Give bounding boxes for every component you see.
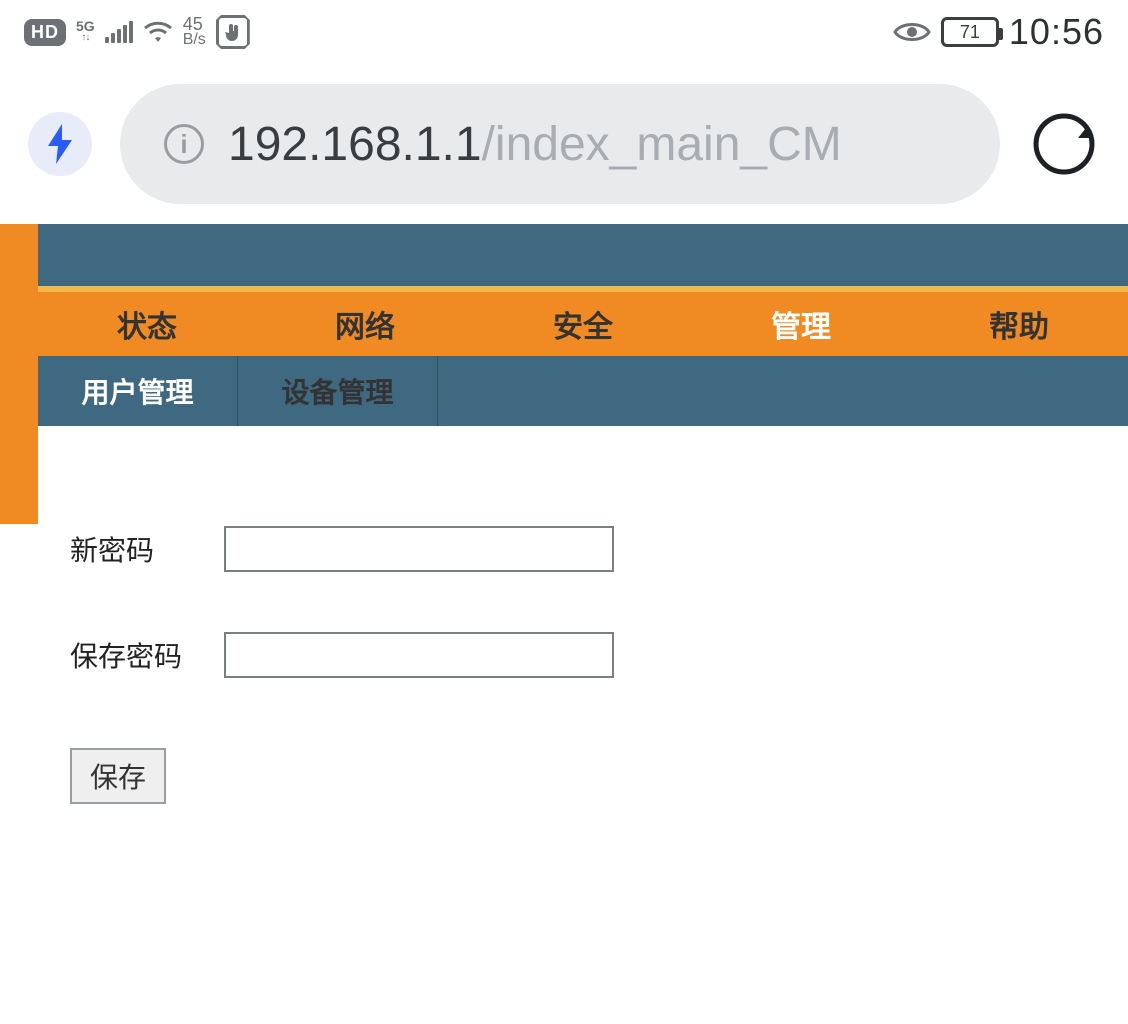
row-new-password: 新密码: [70, 526, 1128, 572]
data-rate-value: 45: [183, 16, 206, 32]
tab-security[interactable]: 安全: [474, 302, 692, 346]
signal-bars-icon: [105, 21, 133, 43]
main-nav: 状态 网络 安全 管理 帮助: [38, 292, 1128, 356]
status-bar: HD 5G ↑↓ 45 B/s: [0, 0, 1128, 64]
reload-button[interactable]: [1028, 108, 1100, 180]
tab-status[interactable]: 状态: [38, 302, 256, 346]
battery-level: 71: [960, 22, 980, 43]
new-password-label: 新密码: [70, 529, 200, 569]
url-path: /index_main_CM: [482, 118, 842, 171]
tab-manage[interactable]: 管理: [692, 302, 910, 346]
url-host: 192.168.1.1: [228, 118, 482, 171]
hd-badge: HD: [24, 19, 66, 46]
address-bar[interactable]: i 192.168.1.1/index_main_CM: [120, 84, 1000, 204]
tab-network[interactable]: 网络: [256, 302, 474, 346]
content-area: 新密码 保存密码 保存: [0, 426, 1128, 804]
status-left: HD 5G ↑↓ 45 B/s: [24, 15, 250, 49]
battery-indicator: 71: [941, 17, 999, 47]
confirm-password-label: 保存密码: [70, 635, 200, 675]
site-info-icon[interactable]: i: [164, 124, 204, 164]
tab-help[interactable]: 帮助: [910, 302, 1128, 346]
status-right: 71 10:56: [893, 11, 1104, 53]
subtab-user-manage[interactable]: 用户管理: [38, 356, 238, 426]
subtab-device-manage[interactable]: 设备管理: [238, 356, 438, 426]
row-confirm-password: 保存密码: [70, 632, 1128, 678]
router-page: 状态 网络 安全 管理 帮助 用户管理 设备管理 新密码 保存密码 保存: [0, 224, 1128, 804]
amp-icon[interactable]: [28, 112, 92, 176]
eye-icon: [893, 20, 931, 44]
confirm-password-input[interactable]: [224, 632, 614, 678]
data-rate-unit: B/s: [183, 32, 206, 48]
browser-toolbar: i 192.168.1.1/index_main_CM: [0, 64, 1128, 224]
data-rate: 45 B/s: [183, 16, 206, 48]
block-hand-icon: [216, 15, 250, 49]
new-password-input[interactable]: [224, 526, 614, 572]
network-type-label: 5G: [76, 20, 95, 32]
header-blue-band: [38, 224, 1128, 286]
network-type: 5G ↑↓: [76, 20, 95, 44]
wifi-icon: [143, 20, 173, 44]
left-orange-notch: [0, 464, 30, 524]
network-arrows-icon: ↑↓: [81, 32, 89, 44]
save-button[interactable]: 保存: [70, 748, 166, 804]
sub-nav: 用户管理 设备管理: [38, 356, 1128, 426]
clock: 10:56: [1009, 11, 1104, 53]
